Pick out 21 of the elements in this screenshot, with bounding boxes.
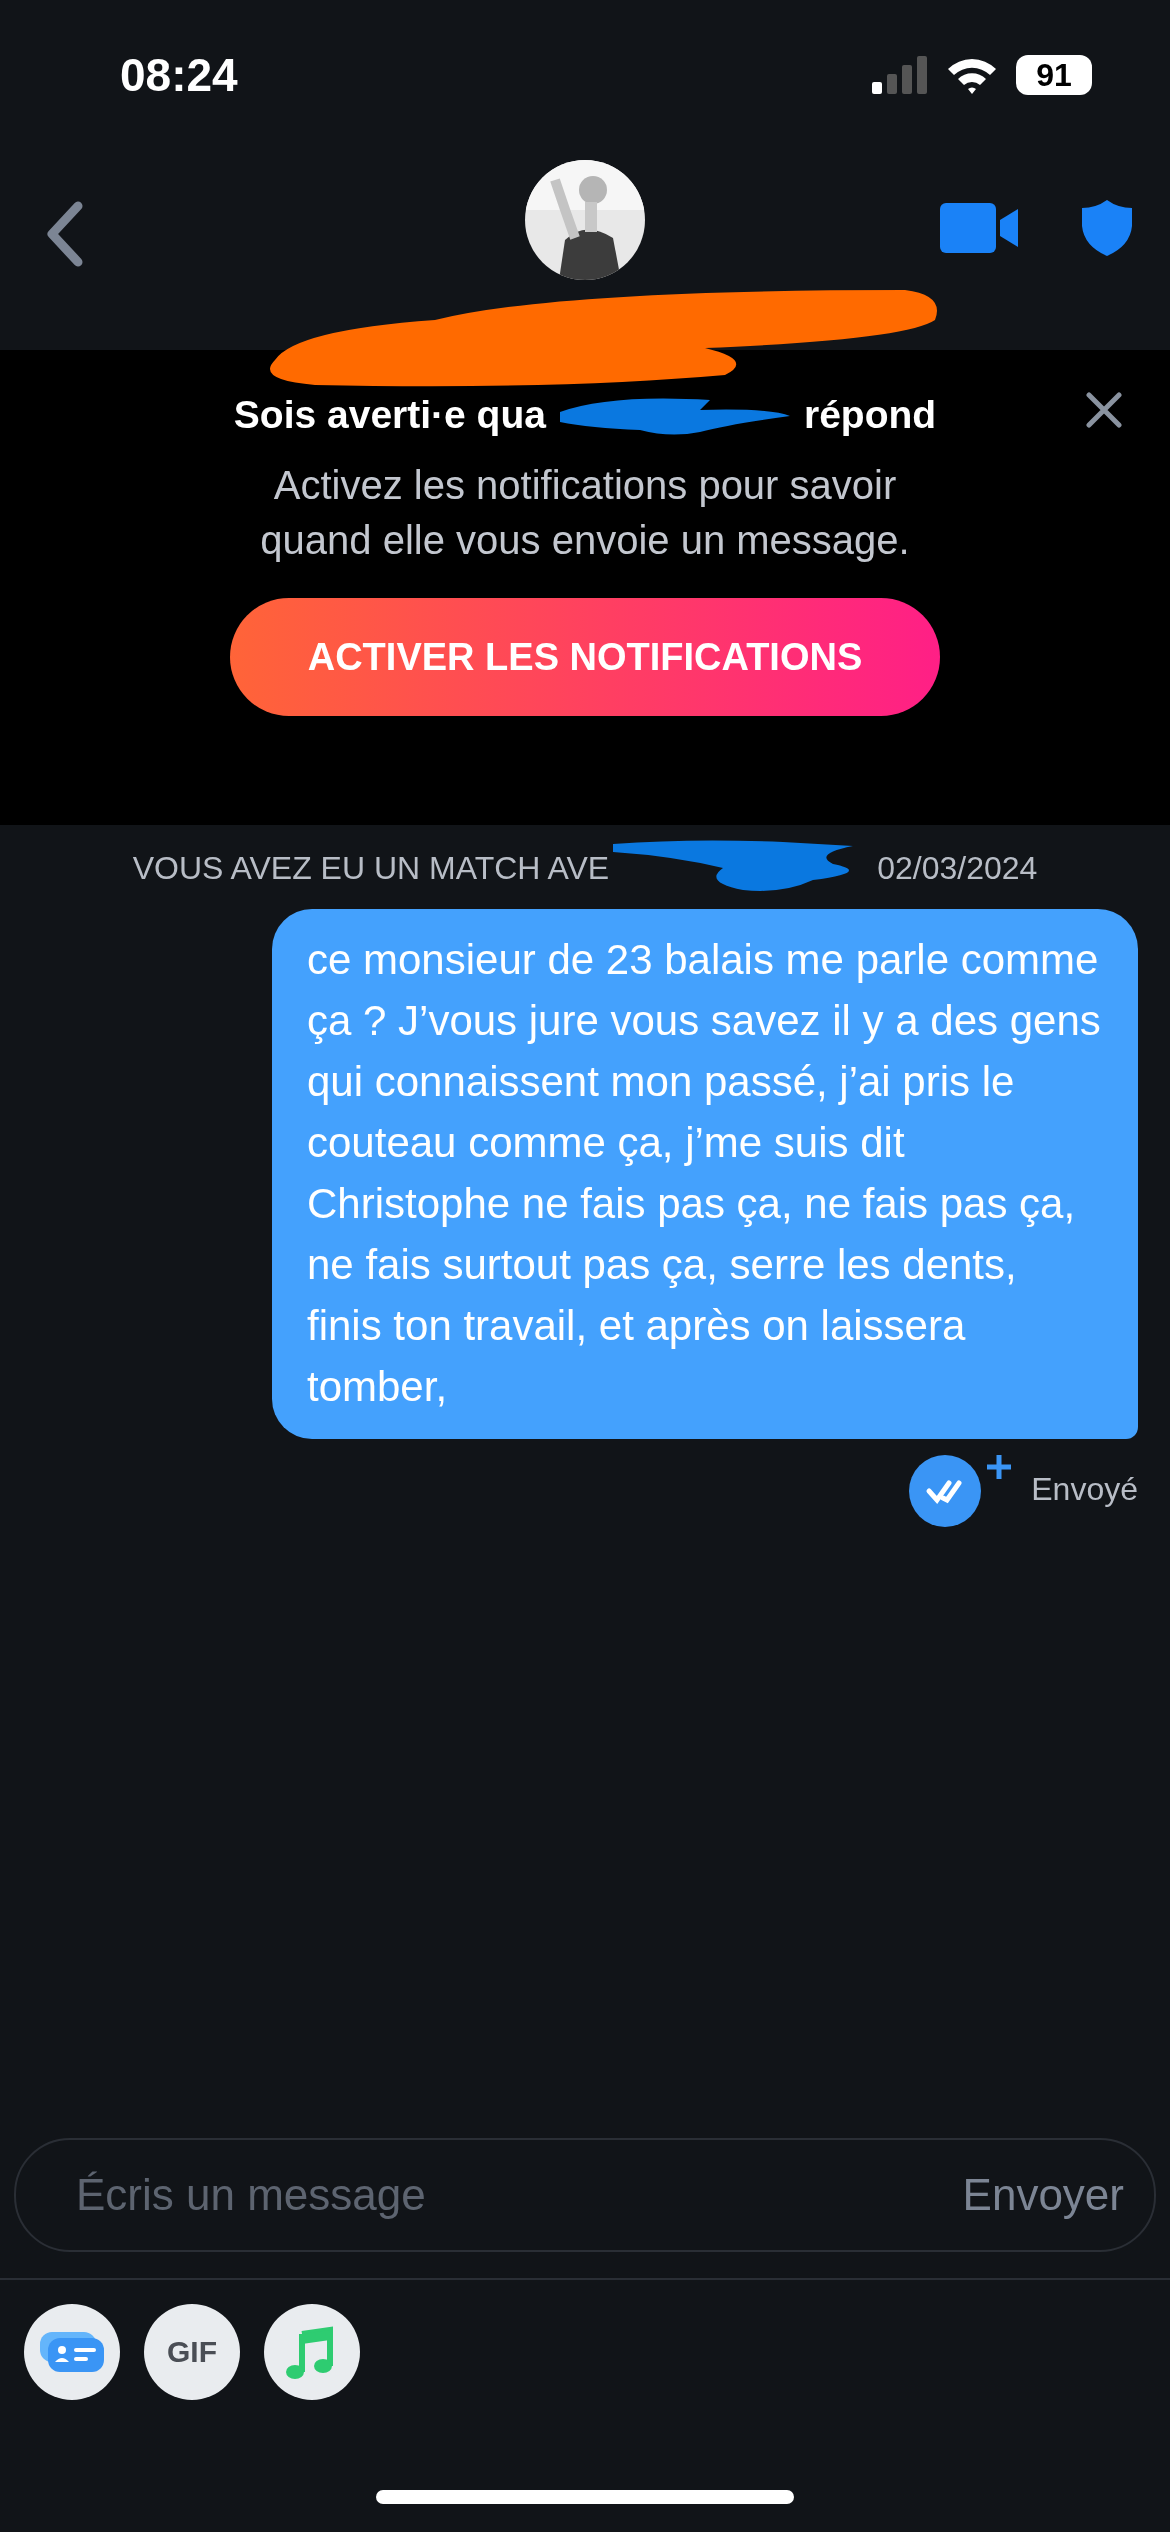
banner-text: Activez les notifications pour savoir quand elle vous envoie un message. xyxy=(259,462,911,564)
message-status: Envoyé xyxy=(1031,1470,1138,1508)
shield-icon[interactable] xyxy=(1082,200,1132,256)
match-notice: VOUS AVEZ EU UN MATCH AVE xyxy=(132,849,610,887)
banner-title: répond xyxy=(803,393,937,437)
battery-icon: 91 xyxy=(1016,55,1092,95)
card-icon[interactable] xyxy=(24,2304,120,2400)
close-icon[interactable] xyxy=(1086,392,1122,428)
enable-notifications-button[interactable]: ACTIVER LES NOTIFICATIONS xyxy=(230,598,940,716)
match-date: 02/03/2024 xyxy=(877,849,1038,887)
message-field[interactable]: Écris un message Envoyer xyxy=(14,2138,1156,2252)
message-bubble: ce monsieur de 23 balais me parle comme ça ? J’vous jure vous savez il y a des gens qui connaissent mon passé, j’ai pris le couteau comme ça, j’me suis dit Christophe ne fais pas ça, ne fais pas ça, ne fais surtout pas ça, serre les dents, finis ton travail, et après on laissera tomber, xyxy=(272,909,1138,1439)
send-button[interactable]: Envoyer xyxy=(962,2170,1124,2220)
music-note-icon[interactable] xyxy=(264,2304,360,2400)
signal-icon xyxy=(872,56,928,94)
video-camera-icon[interactable] xyxy=(940,203,1020,253)
gif-button[interactable]: GIF xyxy=(144,2304,240,2400)
wifi-icon xyxy=(946,56,998,94)
back-icon[interactable] xyxy=(44,200,84,268)
status-time: 08:24 xyxy=(120,48,238,102)
banner-title: Sois averti·e qua xyxy=(233,393,546,437)
